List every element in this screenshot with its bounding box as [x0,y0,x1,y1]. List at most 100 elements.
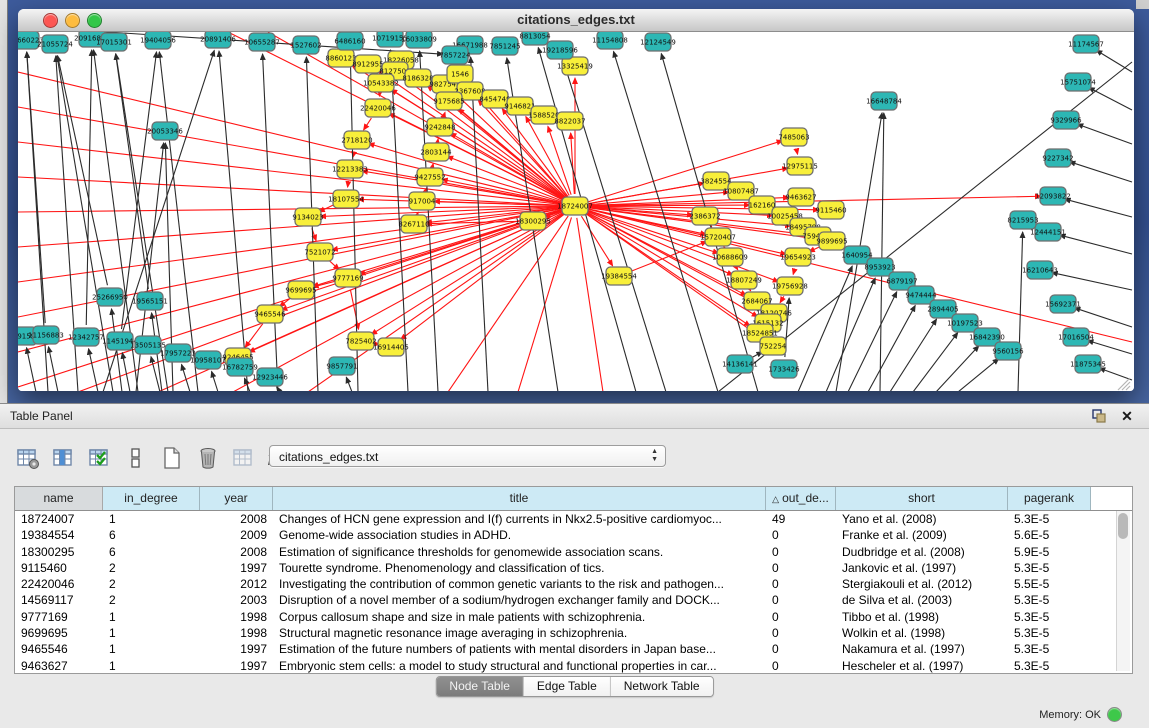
citation-edge-red[interactable] [245,324,263,348]
graph-node[interactable]: 9427552 [414,168,445,186]
column-header-out_de[interactable]: △out_de... [766,487,836,510]
graph-node[interactable]: 12342757 [68,328,104,346]
citation-edge-red[interactable] [780,296,784,302]
graph-node[interactable]: 12093822 [1035,187,1071,205]
citation-edge-black[interactable] [880,113,884,391]
graph-node[interactable]: 7857224 [439,46,471,64]
graph-node[interactable]: 9465546 [254,305,286,323]
citation-edge-red[interactable] [18,206,563,212]
row-height-icon[interactable] [122,445,149,472]
tab-edge-table[interactable]: Edge Table [524,677,611,696]
graph-node[interactable]: 9699695 [285,281,316,299]
graph-node[interactable]: 8215953 [1007,211,1038,229]
graph-node[interactable]: 9463627 [785,188,816,206]
citation-edge-black[interactable] [1077,124,1132,144]
citation-edge-black[interactable] [1060,235,1132,254]
citation-edge-black[interactable] [219,51,248,391]
memory-status-indicator[interactable] [1107,707,1122,722]
table-row[interactable]: 2242004622012Investigating the contribut… [15,576,1132,592]
citation-edge-red[interactable] [736,267,738,269]
graph-node[interactable]: 15720407 [700,228,736,246]
tab-network-table[interactable]: Network Table [611,677,713,696]
citation-edge-black[interactable] [212,371,218,391]
graph-node[interactable]: 9329966 [1050,111,1082,129]
citation-edge-black[interactable] [58,56,108,286]
citation-edge-black[interactable] [263,54,278,391]
graph-node[interactable]: 11156883 [28,326,64,344]
graph-node[interactable]: 10543382 [363,74,399,92]
graph-node[interactable]: 10958107 [190,351,226,369]
table-row[interactable]: 977716911998Corpus callosum shape and si… [15,609,1132,625]
graph-node[interactable]: 10655287 [244,33,280,51]
citation-edge-red[interactable] [348,181,349,187]
table-row[interactable]: 1456911722003Disruption of a novel membe… [15,592,1132,608]
graph-node[interactable]: 16033809 [401,32,437,48]
graph-node[interactable]: 19565151 [132,292,168,310]
new-table-icon[interactable] [158,445,185,472]
graph-node[interactable]: 18807249 [726,271,762,289]
citation-edge-red[interactable] [793,269,795,275]
graph-node[interactable]: 11154808 [592,32,628,49]
table-row[interactable]: 969969511998Structural magnetic resonanc… [15,625,1132,641]
citation-edge-red[interactable] [362,171,563,204]
scrollbar-thumb[interactable] [1118,513,1128,539]
graph-node[interactable]: 11174567 [1068,35,1104,53]
graph-node[interactable]: 12124549 [640,33,676,51]
citation-edge-red[interactable] [350,290,358,329]
citation-edge-black[interactable] [1099,368,1132,380]
citation-edge-black[interactable] [1074,308,1132,327]
graph-node[interactable]: 18300295 [515,212,551,230]
graph-node[interactable]: 6486160 [334,32,365,50]
graph-node[interactable]: 7825402 [345,332,376,350]
citation-edge-black[interactable] [48,347,58,391]
graph-node[interactable]: 19218596 [542,41,578,59]
graph-node[interactable]: 7485063 [778,128,809,146]
graph-node[interactable]: 12213383 [332,160,368,178]
citation-edge-black[interactable] [1069,162,1132,182]
window-resize-grip[interactable] [1126,386,1130,390]
graph-node[interactable]: 8813054 [519,32,551,45]
graph-node[interactable]: 19756928 [772,277,808,295]
column-header-title[interactable]: title [273,487,766,510]
graph-node[interactable]: 12923446 [252,368,288,386]
citation-edge-black[interactable] [122,52,157,329]
table-settings-icon[interactable] [14,445,41,472]
graph-node[interactable]: 15692371 [1045,295,1081,313]
citation-edge-red[interactable] [18,177,563,205]
graph-node[interactable]: 18107554 [328,190,364,208]
citation-edge-black[interactable] [346,377,352,391]
graph-node[interactable]: 13325419 [557,57,593,75]
graph-node[interactable]: 9227342 [1042,149,1073,167]
column-header-name[interactable]: name [15,487,103,510]
table-row[interactable]: 1872400712008Changes of HCN gene express… [15,511,1132,527]
citation-edge-red[interactable] [796,149,797,154]
graph-node[interactable]: 1546 [447,65,473,83]
network-window-titlebar[interactable]: citations_edges.txt [18,9,1134,32]
graph-node[interactable]: 12975115 [782,157,818,175]
citation-edge-black[interactable] [826,278,875,391]
table-columns-icon[interactable] [50,445,77,472]
graph-node[interactable]: 9899695 [816,232,847,250]
citation-edge-black[interactable] [89,349,98,391]
citation-edge-black[interactable] [122,353,130,391]
table-row[interactable]: 946362711997Embryonic stem cells: a mode… [15,658,1132,674]
graph-node[interactable]: 9115460 [815,201,846,219]
graph-node[interactable]: 2386372 [689,207,720,225]
graph-node[interactable]: 20891406 [200,32,236,48]
column-header-short[interactable]: short [836,487,1008,510]
citation-edge-black[interactable] [958,359,999,391]
delete-table-icon[interactable] [194,445,221,472]
column-header-pagerank[interactable]: pagerank [1008,487,1091,510]
select-columns-icon[interactable] [86,445,113,472]
citation-edge-red[interactable] [329,260,339,270]
graph-node[interactable]: 16914405 [373,338,409,356]
graph-node[interactable]: 11875345 [1070,355,1106,373]
table-vertical-scrollbar[interactable] [1116,511,1130,671]
citation-edge-black[interactable] [27,348,36,391]
graph-node[interactable]: 917004 [409,192,436,210]
citation-edge-black[interactable] [1052,273,1132,290]
citation-edge-black[interactable] [1065,199,1132,217]
citation-edge-black[interactable] [159,52,198,391]
network-canvas[interactable]: 1872400788601231822605889129558127509818… [18,32,1134,391]
table-row[interactable]: 1830029562008Estimation of significance … [15,544,1132,560]
